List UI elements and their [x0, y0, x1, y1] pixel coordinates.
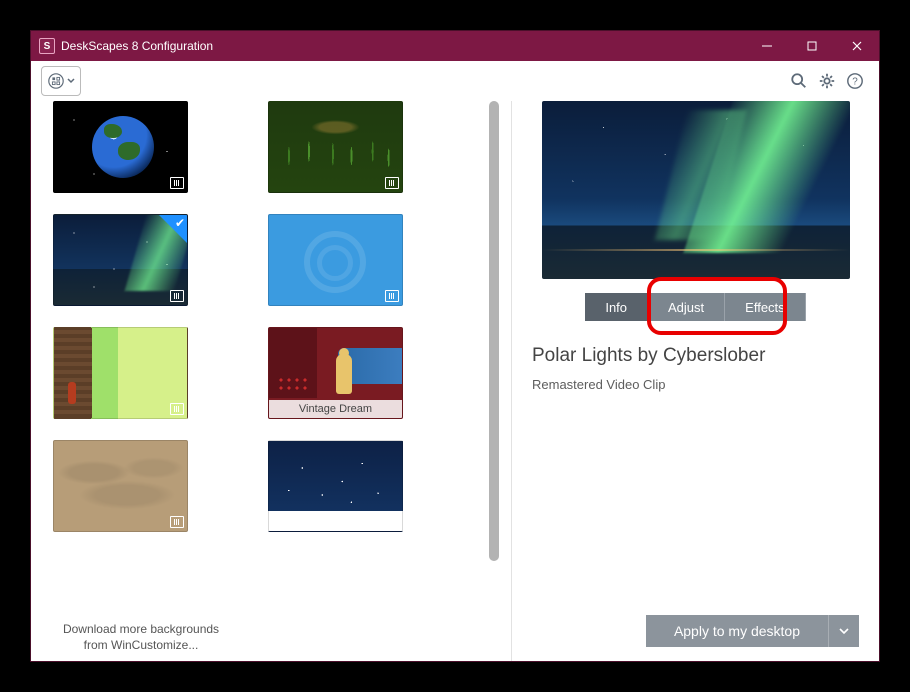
maximize-icon: [807, 41, 817, 51]
apply-row: Apply to my desktop: [646, 615, 859, 647]
settings-button[interactable]: [813, 67, 841, 95]
titlebar: S DeskScapes 8 Configuration: [31, 31, 879, 61]
thumbnail-blue-swirl[interactable]: [268, 214, 403, 306]
content-area: ✔: [31, 101, 879, 661]
app-icon: S: [39, 38, 55, 54]
video-badge-icon: [385, 177, 399, 189]
thumbnail-vintage-dream[interactable]: Vintage Dream: [268, 327, 403, 419]
svg-text:?: ?: [852, 77, 858, 88]
video-badge-icon: [385, 290, 399, 302]
video-badge-icon: [385, 516, 399, 528]
toolbar: ?: [31, 61, 879, 101]
minimize-button[interactable]: [744, 31, 789, 61]
thumbnail-earth[interactable]: [53, 101, 188, 193]
thumbnail-sand[interactable]: [53, 440, 188, 532]
video-badge-icon: [170, 290, 184, 302]
scrollbar-handle[interactable]: [489, 101, 499, 561]
thumbnail-snow-night[interactable]: [268, 440, 403, 532]
preview-image: [542, 101, 850, 279]
tab-adjust[interactable]: Adjust: [648, 293, 725, 321]
tab-info[interactable]: Info: [585, 293, 648, 321]
minimize-icon: [762, 41, 772, 51]
video-badge-icon: [170, 516, 184, 528]
selected-check-icon: ✔: [175, 216, 185, 230]
close-icon: [852, 41, 862, 51]
search-button[interactable]: [785, 67, 813, 95]
grid-view-icon: [47, 72, 65, 90]
gear-icon: [818, 72, 836, 90]
maximize-button[interactable]: [789, 31, 834, 61]
chevron-down-icon: [67, 77, 75, 85]
wallpaper-title: Polar Lights by Cyberslober: [532, 345, 859, 367]
thumbnail-forest[interactable]: [268, 101, 403, 193]
download-more-link[interactable]: Download more backgrounds from WinCustom…: [61, 621, 221, 653]
wallpaper-subtitle: Remastered Video Clip: [532, 377, 859, 392]
chevron-down-icon: [839, 626, 849, 636]
view-options-button[interactable]: [41, 66, 81, 96]
apply-button[interactable]: Apply to my desktop: [646, 615, 829, 647]
search-icon: [790, 72, 808, 90]
thumbnail-polar-lights[interactable]: ✔: [53, 214, 188, 306]
detail-tabs: Info Adjust Effects: [585, 293, 805, 321]
thumbnail-caption: Vintage Dream: [269, 400, 402, 418]
help-icon: ?: [846, 72, 864, 90]
window-title: DeskScapes 8 Configuration: [61, 39, 744, 53]
apply-dropdown-button[interactable]: [829, 615, 859, 647]
tab-effects[interactable]: Effects: [725, 293, 806, 321]
thumbnail-grid: ✔: [53, 101, 511, 661]
video-badge-icon: [170, 403, 184, 415]
detail-panel: Info Adjust Effects Polar Lights by Cybe…: [511, 101, 879, 661]
help-button[interactable]: ?: [841, 67, 869, 95]
gallery-scrollbar[interactable]: [489, 101, 499, 561]
video-badge-icon: [170, 177, 184, 189]
gallery-panel: ✔: [31, 101, 511, 661]
app-window: S DeskScapes 8 Configuration: [30, 30, 880, 662]
close-button[interactable]: [834, 31, 879, 61]
thumbnail-tree-bark[interactable]: [53, 327, 188, 419]
